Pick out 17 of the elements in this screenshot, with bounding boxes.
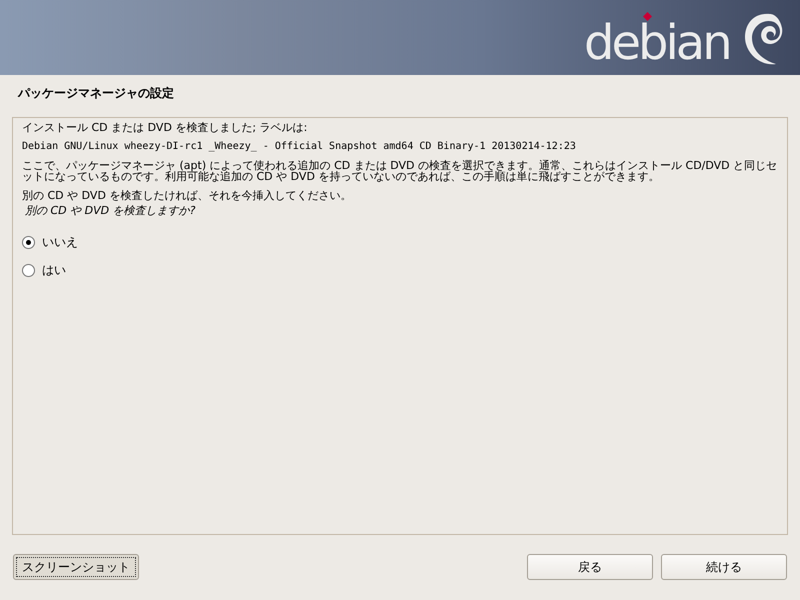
radio-button[interactable] [22,264,35,276]
description-text: ここで、パッケージマネージャ (apt) によって使われる追加の CD または DVD の検査を選択できます。通常、これらはインストール CD/DVD と同じセットになっているものです。利用可能な追加の CD や DVD を持っていないのであれば、この手順は単に飛ばすことができます。 [22,160,778,182]
dialog-title: パッケージマネージャの設定 [18,84,174,102]
dialog-button[interactable]: 戻る [527,554,653,580]
debian-logo-text: debian [584,24,730,62]
description-text: 別の CD や DVD を検査したければ、それを今挿入してください。 [22,190,352,201]
radio-option[interactable]: いいえ [22,228,778,256]
description-text: インストール CD または DVD を検査しました; ラベルは: [22,122,308,133]
option-label: はい [42,262,66,278]
dialog-button[interactable]: 続ける [661,554,787,580]
dialog-button[interactable]: スクリーンショット [13,554,139,580]
option-label: いいえ [42,234,78,250]
description-text: Debian GNU/Linux wheezy-DI-rc1 _Wheezy_ - Official Snapshot amd64 CD Binary-1 20130214-12:23 [22,141,577,152]
radio-option[interactable]: はい [22,256,778,284]
radio-button[interactable] [22,236,35,248]
question-text: 別の CD や DVD を検査しますか? [25,203,196,218]
diamond-icon [643,12,652,21]
